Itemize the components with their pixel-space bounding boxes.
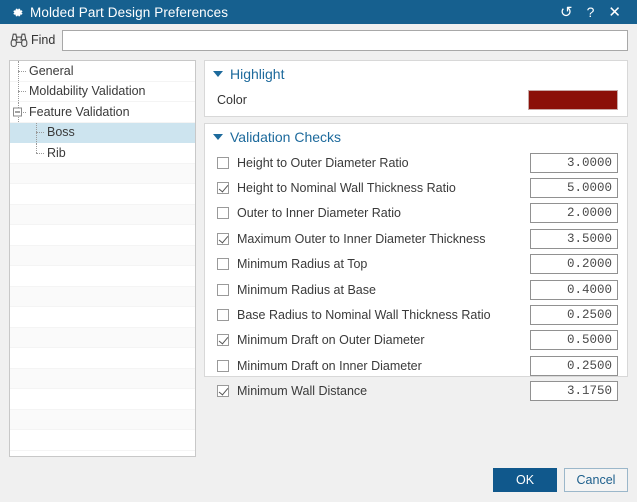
help-button[interactable]: ? <box>580 3 602 21</box>
tree-item-boss[interactable]: Boss <box>10 122 195 143</box>
validation-check-row: Maximum Outer to Inner Diameter Thicknes… <box>217 226 618 251</box>
tree-empty-row <box>10 389 195 410</box>
value-input[interactable] <box>530 178 618 199</box>
preferences-tree[interactable]: General Moldability Validation Feature Val… <box>9 60 196 457</box>
tree-empty-row <box>10 163 195 184</box>
checkbox-minimum-draft-on-inner-diameter[interactable] <box>217 359 229 372</box>
find-input[interactable] <box>62 29 628 51</box>
tree-item-label: General <box>29 63 74 78</box>
checkbox-height-to-nominal-wall-thickness-ratio[interactable] <box>217 182 229 195</box>
tree-empty-row <box>10 327 195 348</box>
tree-item-rib[interactable]: Rib <box>10 143 195 164</box>
validation-check-row: Minimum Radius at Base <box>217 277 618 302</box>
checkbox-minimum-radius-at-base[interactable] <box>217 283 229 296</box>
tree-item-general[interactable]: General <box>10 61 195 82</box>
check-label: Maximum Outer to Inner Diameter Thicknes… <box>237 231 486 246</box>
validation-check-row: Outer to Inner Diameter Ratio <box>217 201 618 226</box>
validation-check-row: Height to Outer Diameter Ratio <box>217 150 618 175</box>
tree-item-feature-validation[interactable]: Feature Validation <box>10 102 195 123</box>
title-bar-actions: ↺ ? ✕ <box>553 3 628 22</box>
tree-connector <box>28 122 46 142</box>
validation-group-title: Validation Checks <box>230 129 342 145</box>
value-input[interactable] <box>530 355 618 376</box>
tree-empty-row <box>10 184 195 205</box>
tree-item-label: Rib <box>47 145 66 160</box>
gear-icon <box>6 6 28 19</box>
preferences-content: Highlight Color Validation Checks Height… <box>204 60 628 457</box>
value-input[interactable] <box>530 305 618 326</box>
window-title: Molded Part Design Preferences <box>30 4 229 20</box>
tree-item-label: Moldability Validation <box>29 84 146 99</box>
tree-empty-row <box>10 368 195 389</box>
cancel-button[interactable]: Cancel <box>564 467 628 492</box>
tree-empty-row <box>10 286 195 307</box>
check-label: Height to Outer Diameter Ratio <box>237 155 409 170</box>
chevron-down-icon <box>213 134 223 140</box>
highlight-group: Highlight Color <box>204 60 628 117</box>
checkbox-minimum-radius-at-top[interactable] <box>217 258 229 271</box>
validation-check-row: Minimum Radius at Top <box>217 252 618 277</box>
validation-group-header[interactable]: Validation Checks <box>205 124 627 150</box>
value-input[interactable] <box>530 279 618 300</box>
check-label: Minimum Radius at Base <box>237 282 376 297</box>
validation-check-row: Height to Nominal Wall Thickness Ratio <box>217 175 618 200</box>
highlight-color-label: Color <box>217 93 247 107</box>
value-input[interactable] <box>530 254 618 275</box>
checkbox-base-radius-to-nominal-wall-thickness-ratio[interactable] <box>217 309 229 322</box>
value-input[interactable] <box>530 203 618 224</box>
checkbox-minimum-wall-distance[interactable] <box>217 385 229 398</box>
title-bar: Molded Part Design Preferences ↺ ? ✕ <box>0 0 637 24</box>
tree-item-label: Feature Validation <box>29 104 130 119</box>
checkbox-outer-to-inner-diameter-ratio[interactable] <box>217 207 229 220</box>
check-label: Minimum Draft on Inner Diameter <box>237 358 422 373</box>
tree-empty-row <box>10 348 195 369</box>
checkbox-maximum-outer-to-inner-diameter-thickness[interactable] <box>217 232 229 245</box>
checkbox-minimum-draft-on-outer-diameter[interactable] <box>217 334 229 347</box>
tree-item-moldability-validation[interactable]: Moldability Validation <box>10 81 195 102</box>
highlight-color-swatch[interactable] <box>528 90 618 110</box>
tree-connector <box>10 81 28 101</box>
check-label: Outer to Inner Diameter Ratio <box>237 206 401 221</box>
highlight-group-title: Highlight <box>230 66 285 82</box>
validation-check-row: Minimum Draft on Inner Diameter <box>217 353 618 378</box>
tree-item-label: Boss <box>47 125 75 140</box>
tree-empty-row <box>10 409 195 430</box>
tree-empty-row <box>10 245 195 266</box>
tree-empty-row <box>10 307 195 328</box>
validation-check-row: Minimum Draft on Outer Diameter <box>217 328 618 353</box>
check-label: Minimum Wall Distance <box>237 384 368 399</box>
value-input[interactable] <box>530 330 618 351</box>
tree-connector <box>10 61 28 81</box>
tree-empty-row <box>10 204 195 225</box>
highlight-color-row: Color <box>205 87 627 113</box>
check-label: Height to Nominal Wall Thickness Ratio <box>237 181 456 196</box>
close-button[interactable]: ✕ <box>601 3 628 22</box>
chevron-down-icon <box>213 71 223 77</box>
tree-empty-row <box>10 266 195 287</box>
tree-empty-row <box>10 430 195 451</box>
find-label: Find <box>31 33 56 47</box>
check-label: Minimum Draft on Outer Diameter <box>237 333 425 348</box>
check-label: Minimum Radius at Top <box>237 257 368 272</box>
reset-button[interactable]: ↺ <box>553 3 580 22</box>
highlight-group-header[interactable]: Highlight <box>205 61 627 87</box>
ok-button[interactable]: OK <box>493 467 557 492</box>
dialog-footer: OK Cancel <box>0 457 637 502</box>
value-input[interactable] <box>530 381 618 402</box>
value-input[interactable] <box>530 152 618 173</box>
check-label: Base Radius to Nominal Wall Thickness Ra… <box>237 308 491 323</box>
tree-empty-row <box>10 225 195 246</box>
validation-check-row: Minimum Wall Distance <box>217 379 618 404</box>
checkbox-height-to-outer-diameter-ratio[interactable] <box>217 156 229 169</box>
validation-group: Validation Checks Height to Outer Diamet… <box>204 123 628 402</box>
binoculars-icon <box>9 32 29 49</box>
validation-check-row: Base Radius to Nominal Wall Thickness Ra… <box>217 302 618 327</box>
tree-connector <box>10 102 28 122</box>
tree-connector <box>28 143 46 163</box>
find-bar: Find <box>0 24 637 56</box>
value-input[interactable] <box>530 228 618 249</box>
validation-check-list: Height to Outer Diameter Ratio Height to … <box>205 150 627 404</box>
tree-expander-icon[interactable] <box>13 107 22 117</box>
